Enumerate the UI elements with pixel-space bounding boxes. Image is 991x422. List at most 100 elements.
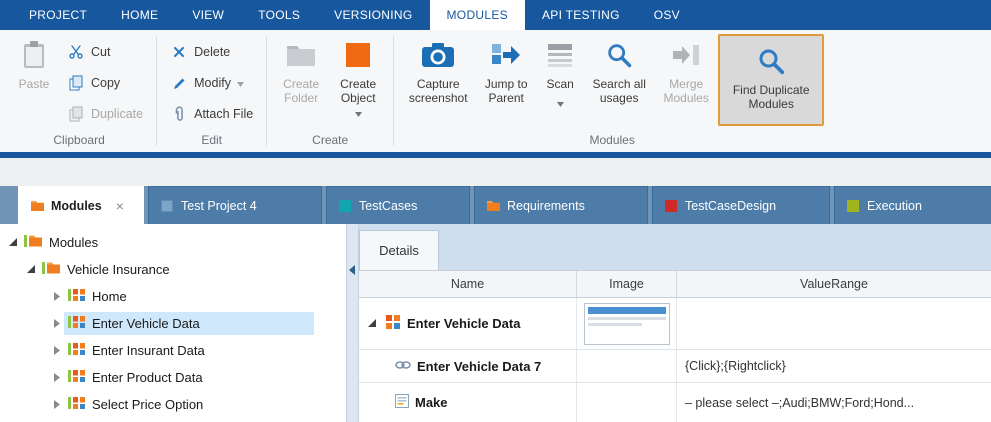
menu-api-testing[interactable]: API TESTING [525,0,637,30]
delete-button[interactable]: Delete [163,39,260,65]
tab-label: Execution [867,199,922,213]
module-tree: Modules Vehicle Insurance [0,224,346,422]
clipboard-paste-icon [22,38,46,72]
application-window: PROJECT HOME VIEW TOOLS VERSIONING MODUL… [0,0,991,422]
modify-button[interactable]: Modify [163,70,260,96]
expanded-icon[interactable] [365,319,379,328]
menu-view[interactable]: VIEW [175,0,241,30]
details-table-header: Name Image ValueRange [359,270,991,298]
module-icon [385,315,401,332]
attach-file-label: Attach File [194,107,253,121]
menu-modules[interactable]: MODULES [430,0,525,30]
copy-label: Copy [91,76,120,90]
tab-test-project-4[interactable]: Test Project 4 [148,186,322,224]
scan-button[interactable]: Scan [536,32,584,110]
column-header-name[interactable]: Name [359,271,577,297]
tree-item-modules-root[interactable]: Modules [0,229,346,256]
tree-item-home[interactable]: Home [0,283,346,310]
collapsed-icon[interactable] [50,292,64,301]
tree-item-label: Home [92,289,127,304]
column-header-valuerange[interactable]: ValueRange [677,271,991,297]
group-label-modules: Modules [394,131,830,152]
collapsed-icon[interactable] [50,319,64,328]
module-icon [68,369,86,386]
table-row[interactable]: Make – please select –;Audi;BMW;Ford;Hon… [359,383,991,422]
duplicate-button[interactable]: Duplicate [60,101,150,127]
execution-icon [847,200,859,212]
tree-item-enter-product-data[interactable]: Enter Product Data [0,364,346,391]
collapse-panel-icon[interactable] [349,262,355,280]
collapsed-icon[interactable] [50,346,64,355]
paperclip-icon [170,106,188,122]
orange-folder-icon [42,261,61,278]
jump-to-parent-button[interactable]: Jump to Parent [476,32,536,105]
menu-osv[interactable]: OSV [637,0,697,30]
menu-home[interactable]: HOME [104,0,175,30]
tab-execution[interactable]: Execution [834,186,991,224]
thumbnail-content-line [588,323,643,326]
modules-folder-icon [24,234,43,251]
tree-item-label: Enter Product Data [92,370,203,385]
create-folder-button[interactable]: Create Folder [273,32,329,105]
capture-screenshot-button[interactable]: Capture screenshot [400,32,476,105]
details-tabstrip: Details [359,224,991,270]
row-name: Enter Vehicle Data 7 [417,359,541,374]
search-all-usages-button[interactable]: Search all usages [584,32,654,105]
dropdown-arrow-icon [557,96,564,110]
find-duplicate-modules-button[interactable]: Find Duplicate Modules [718,34,824,126]
orange-folder-icon [487,200,499,212]
module-icon [68,396,86,413]
cut-button[interactable]: Cut [60,39,150,65]
menu-versioning[interactable]: VERSIONING [317,0,429,30]
tab-modules[interactable]: Modules × [18,186,144,224]
paste-button[interactable]: Paste [8,32,60,91]
tree-item-select-price-option[interactable]: Select Price Option [0,391,346,418]
module-icon [68,315,86,332]
panel-splitter[interactable] [346,224,359,422]
copy-button[interactable]: Copy [60,70,150,96]
link-icon [395,359,411,374]
document-tab-bar: Modules × Test Project 4 TestCases Requi… [0,186,991,224]
tree-item-label: Enter Vehicle Data [92,316,200,331]
tree-item-vehicle-insurance[interactable]: Vehicle Insurance [0,256,346,283]
tree-item-label: Enter Insurant Data [92,343,205,358]
tab-details[interactable]: Details [359,230,439,270]
collapsed-icon[interactable] [50,373,64,382]
tab-testcases[interactable]: TestCases [326,186,470,224]
tab-requirements[interactable]: Requirements [474,186,648,224]
menu-tools[interactable]: TOOLS [241,0,317,30]
expanded-icon[interactable] [24,265,38,274]
table-row[interactable]: Enter Vehicle Data 7 {Click};{Rightclick… [359,350,991,383]
spacer [0,158,991,186]
listbox-icon [395,394,409,411]
delete-x-icon [170,46,188,58]
tree-item-enter-insurant-data[interactable]: Enter Insurant Data [0,337,346,364]
table-row[interactable]: Enter Vehicle Data [359,298,991,350]
screenshot-thumbnail[interactable] [584,303,670,345]
expanded-icon[interactable] [6,238,20,247]
merge-arrows-icon [671,38,701,72]
project-icon [161,200,173,212]
merge-modules-button[interactable]: Merge Modules [654,32,718,105]
menu-project[interactable]: PROJECT [12,0,104,30]
ribbon-tab-bar: PROJECT HOME VIEW TOOLS VERSIONING MODUL… [0,0,991,30]
row-valuerange: – please select –;Audi;BMW;Ford;Hond... [677,383,991,422]
details-panel: Details Name Image ValueRange Enter Vehi… [359,224,991,422]
scanner-icon [546,38,574,72]
collapsed-icon[interactable] [50,400,64,409]
search-all-usages-label: Search all usages [588,77,650,105]
tab-label: Requirements [507,199,585,213]
create-object-button[interactable]: Create Object [329,32,387,120]
testcasedesign-icon [665,200,677,212]
close-icon[interactable]: × [116,198,124,214]
tab-testcasedesign[interactable]: TestCaseDesign [652,186,830,224]
row-name: Enter Vehicle Data [407,316,520,331]
column-header-image[interactable]: Image [577,271,677,297]
clipboard-small-buttons: Cut Copy Duplicate [60,32,150,127]
tab-label: TestCases [359,199,417,213]
duplicate-icon [67,106,85,122]
thumbnail-content-line [588,317,666,320]
attach-file-button[interactable]: Attach File [163,101,260,127]
folder-icon [286,38,316,72]
tree-item-enter-vehicle-data[interactable]: Enter Vehicle Data [0,310,346,337]
